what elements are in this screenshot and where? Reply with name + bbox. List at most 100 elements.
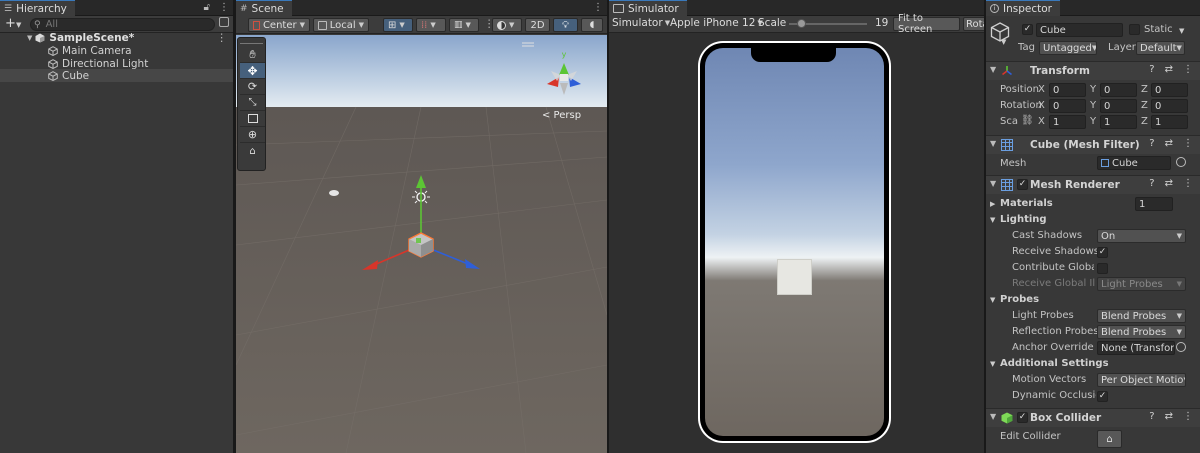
mesh-renderer-header[interactable]: ▼ ✓ Mesh Renderer ? ⇄ ⋮	[986, 175, 1200, 194]
scene-viewport[interactable]: y < Persp ✋︎ ✥ ⟳ ⤡ ⊕ ⌂	[236, 35, 607, 453]
move-tool-button[interactable]: ✥	[240, 63, 265, 79]
scale-z-field[interactable]: 1	[1151, 115, 1188, 129]
search-filter-icon[interactable]	[219, 17, 229, 27]
preset-icon[interactable]: ⇄	[1165, 178, 1173, 189]
link-icon[interactable]: ⛓︎	[1021, 115, 1034, 126]
hand-tool-button[interactable]: ✋︎	[240, 47, 265, 63]
dynamic-occlusion-checkbox[interactable]: ✓	[1097, 391, 1108, 402]
grid-snap-button[interactable]: ⊞ ▼	[383, 18, 413, 32]
active-checkbox[interactable]: ✓	[1022, 24, 1033, 35]
fold-open-icon[interactable]: ▼	[990, 65, 996, 74]
light-probes-dropdown[interactable]: Blend Probes ▼	[1097, 309, 1186, 323]
increment-snap-button[interactable]: ▥ ▼	[449, 18, 479, 32]
position-x-field[interactable]: 0	[1049, 83, 1086, 97]
more-icon[interactable]: ⋮	[1183, 64, 1193, 75]
position-z-field[interactable]: 0	[1151, 83, 1188, 97]
position-y-field[interactable]: 0	[1100, 83, 1137, 97]
more-icon[interactable]: ⋮	[1183, 178, 1193, 189]
fold-open-icon[interactable]: ▼	[27, 34, 32, 42]
lock-icon[interactable]: 🔓︎	[204, 2, 210, 13]
help-icon[interactable]: ?	[1149, 138, 1154, 149]
materials-size-field[interactable]: 1	[1135, 197, 1173, 211]
scale-y-field[interactable]: 1	[1100, 115, 1137, 129]
tag-dropdown[interactable]: Untagged ▼	[1039, 41, 1097, 55]
scene-more-icon[interactable]: ⋮	[217, 32, 228, 44]
hierarchy-search-input[interactable]: ⚲ All	[30, 18, 215, 31]
rotate-button[interactable]: Rota	[963, 17, 984, 31]
object-picker-icon[interactable]	[1176, 157, 1186, 167]
help-icon[interactable]: ?	[1149, 64, 1154, 75]
fit-to-screen-button[interactable]: Fit to Screen	[893, 13, 960, 35]
rotation-x-field[interactable]: 0	[1049, 99, 1086, 113]
tools-drag-handle[interactable]	[240, 40, 263, 44]
scale-x-field[interactable]: 1	[1049, 115, 1086, 129]
add-button[interactable]: +	[5, 16, 16, 31]
help-icon[interactable]: ?	[1149, 411, 1154, 422]
mesh-filter-header[interactable]: ▼ Cube (Mesh Filter) ? ⇄ ⋮	[986, 135, 1200, 154]
scale-tool-button[interactable]: ⤡	[240, 95, 265, 111]
persp-label[interactable]: < Persp	[542, 110, 581, 121]
lighting-label[interactable]: Lighting	[1000, 214, 1047, 225]
fold-open-icon[interactable]: ▼	[990, 412, 996, 421]
mesh-renderer-enabled-checkbox[interactable]: ✓	[1017, 179, 1028, 190]
scene-tab[interactable]: # Scene	[236, 0, 292, 16]
hierarchy-item[interactable]: Cube	[0, 69, 233, 82]
edit-collider-button[interactable]: ⌂	[1097, 430, 1122, 448]
simulator-mode-dropdown[interactable]: Simulator ▼	[612, 17, 670, 29]
fold-closed-icon[interactable]: ▶	[990, 200, 995, 208]
simulator-tab[interactable]: Simulator	[609, 0, 687, 16]
rect-tool-button[interactable]	[240, 111, 265, 127]
device-dropdown[interactable]: Apple iPhone 12 ▼	[670, 17, 763, 29]
additional-settings-label[interactable]: Additional Settings	[1000, 358, 1109, 369]
fold-open-icon[interactable]: ▼	[990, 216, 995, 224]
pivot-center-dropdown[interactable]: Center ▼	[248, 18, 310, 32]
motion-vectors-dropdown[interactable]: Per Object Motio ▼	[1097, 373, 1186, 387]
rotation-z-field[interactable]: 0	[1151, 99, 1188, 113]
box-collider-enabled-checkbox[interactable]: ✓	[1017, 412, 1028, 423]
rotation-y-field[interactable]: 0	[1100, 99, 1137, 113]
more-icon[interactable]: ⋮	[1183, 411, 1193, 422]
custom-tool-button[interactable]: ⌂	[240, 143, 265, 159]
fold-open-icon[interactable]: ▼	[990, 296, 995, 304]
inspector-tab[interactable]: i Inspector	[986, 0, 1060, 16]
preset-icon[interactable]: ⇄	[1165, 64, 1173, 75]
probes-label[interactable]: Probes	[1000, 294, 1039, 305]
preset-icon[interactable]: ⇄	[1165, 411, 1173, 422]
fold-open-icon[interactable]: ▼	[990, 139, 996, 148]
audio-toggle-button[interactable]: ◖	[581, 18, 603, 32]
device-screen[interactable]	[705, 48, 884, 436]
static-checkbox[interactable]	[1129, 24, 1140, 35]
hierarchy-tab[interactable]: ☰ Hierarchy	[0, 0, 75, 16]
static-dropdown-icon[interactable]: ▼	[1179, 27, 1184, 35]
preset-icon[interactable]: ⇄	[1165, 138, 1173, 149]
layer-dropdown[interactable]: Default ▼	[1136, 41, 1185, 55]
materials-label[interactable]: Materials	[1000, 198, 1053, 209]
mesh-object-field[interactable]: Cube	[1097, 156, 1171, 170]
reflection-probes-dropdown[interactable]: Blend Probes ▼	[1097, 325, 1186, 339]
rotate-tool-button[interactable]: ⟳	[240, 79, 265, 95]
lighting-toggle-button[interactable]: 💡︎	[553, 18, 578, 32]
scale-slider[interactable]	[789, 19, 867, 28]
cast-shadows-dropdown[interactable]: On ▼	[1097, 229, 1186, 243]
object-picker-icon[interactable]	[1176, 342, 1186, 352]
scene-root-row[interactable]: ▼ SampleScene* ⋮	[0, 31, 233, 44]
object-name-field[interactable]: Cube	[1036, 23, 1123, 37]
more-icon[interactable]: ⋮	[219, 2, 229, 13]
more-icon[interactable]: ⋮	[1183, 138, 1193, 149]
space-local-dropdown[interactable]: Local ▼	[313, 18, 369, 32]
draw-mode-dropdown[interactable]: ▼	[492, 18, 522, 32]
transform-header[interactable]: ▼ Transform ? ⇄ ⋮	[986, 61, 1200, 80]
anchor-override-field[interactable]: None (Transform	[1097, 341, 1175, 355]
toggle-2d-button[interactable]: 2D	[525, 18, 550, 32]
more-icon[interactable]: ⋮	[593, 2, 603, 13]
fold-open-icon[interactable]: ▼	[990, 360, 995, 368]
hierarchy-item[interactable]: Main Camera	[0, 44, 233, 57]
receive-shadows-checkbox[interactable]: ✓	[1097, 247, 1108, 258]
fold-open-icon[interactable]: ▼	[990, 179, 996, 188]
contribute-gi-checkbox[interactable]	[1097, 263, 1108, 274]
transform-tool-button[interactable]: ⊕	[240, 127, 265, 143]
add-caret-icon[interactable]: ▼	[16, 21, 21, 29]
gameobject-caret-icon[interactable]: ▼	[1001, 38, 1006, 46]
help-icon[interactable]: ?	[1149, 178, 1154, 189]
grid-toggle-button[interactable]: ⁞⁞ ▼	[416, 18, 446, 32]
